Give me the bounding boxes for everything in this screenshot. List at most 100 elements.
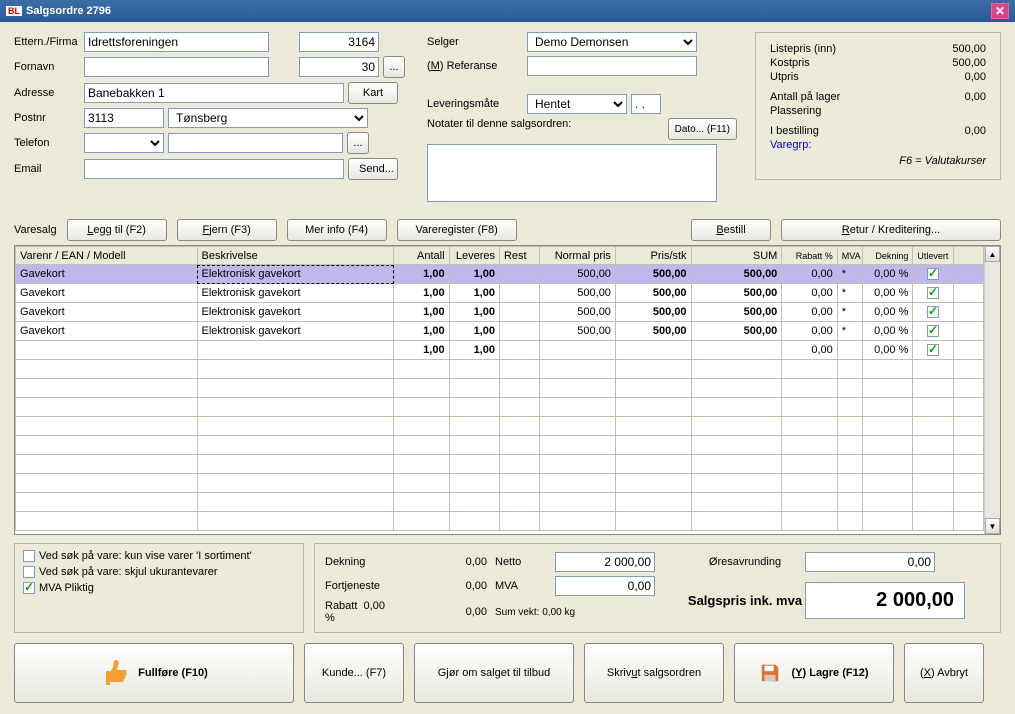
th-leveres[interactable]: Leveres	[449, 247, 499, 265]
th-rabatt[interactable]: Rabatt %	[782, 247, 837, 265]
fornavn-num-input[interactable]	[299, 57, 379, 77]
th-antall[interactable]: Antall	[394, 247, 449, 265]
th-utlevert[interactable]: Utlevert	[913, 247, 953, 265]
opt3-label: MVA Pliktig	[39, 582, 94, 594]
referanse-input[interactable]	[527, 56, 697, 76]
rabatt-value: 0,00	[395, 606, 495, 618]
table-row[interactable]	[16, 436, 984, 455]
leveringsmate-select[interactable]: Hentet	[527, 94, 627, 114]
utlevert-checkbox[interactable]	[927, 268, 939, 280]
lagre-button[interactable]: (Y) Lagre (F12)	[734, 643, 894, 703]
postnr-input[interactable]	[84, 108, 164, 128]
opt3-checkbox[interactable]	[23, 582, 35, 594]
th-prisstk[interactable]: Pris/stk	[615, 247, 691, 265]
ettern-num-input[interactable]	[299, 32, 379, 52]
send-button[interactable]: Send...	[348, 158, 398, 180]
adresse-input[interactable]	[84, 83, 344, 103]
totals-panel: Dekning0,00 Netto Øresavrunding Fortjene…	[314, 543, 1001, 633]
table-row[interactable]: GavekortElektronisk gavekort1,001,00500,…	[16, 322, 984, 341]
label-referanse: (M) Referanse	[427, 60, 527, 72]
table-row[interactable]: 1,001,000,000,00 %	[16, 341, 984, 360]
opt1-checkbox[interactable]	[23, 550, 35, 562]
utlevert-checkbox[interactable]	[927, 344, 939, 356]
utlevert-checkbox[interactable]	[927, 325, 939, 337]
telefon-browse-button[interactable]: ...	[347, 132, 369, 154]
salgspris-label: Salgspris ink. mva	[685, 593, 805, 608]
th-mva[interactable]: MVA	[837, 247, 862, 265]
bestill-button[interactable]: Bestill	[691, 219, 771, 241]
mva-input[interactable]	[555, 576, 655, 596]
options-panel: Ved søk på vare: kun vise varer 'I sorti…	[14, 543, 304, 633]
th-beskr[interactable]: Beskrivelse	[197, 247, 394, 265]
utlevert-checkbox[interactable]	[927, 306, 939, 318]
table-row[interactable]	[16, 398, 984, 417]
label-leveringsmate: Leveringsmåte	[427, 98, 527, 110]
utpris-label: Utpris	[770, 71, 799, 83]
table-row[interactable]	[16, 417, 984, 436]
netto-input[interactable]	[555, 552, 655, 572]
th-rest[interactable]: Rest	[499, 247, 539, 265]
table-row[interactable]	[16, 360, 984, 379]
table-row[interactable]	[16, 455, 984, 474]
vertical-scrollbar[interactable]: ▲ ▼	[984, 246, 1000, 534]
email-input[interactable]	[84, 159, 344, 179]
telefon2-input[interactable]	[168, 133, 343, 153]
opt2-checkbox[interactable]	[23, 566, 35, 578]
label-fornavn: Fornavn	[14, 61, 84, 73]
plassering-label: Plassering	[770, 105, 821, 117]
opt2-label: Ved søk på vare: skjul ukurantevarer	[39, 566, 218, 578]
avbryt-button[interactable]: (X) Avbryt	[904, 643, 984, 703]
table-row[interactable]: GavekortElektronisk gavekort1,001,00500,…	[16, 265, 984, 284]
table-row[interactable]: GavekortElektronisk gavekort1,001,00500,…	[16, 284, 984, 303]
table-row[interactable]	[16, 379, 984, 398]
scroll-down-icon[interactable]: ▼	[985, 518, 1000, 534]
label-postnr: Postnr	[14, 112, 84, 124]
leggtil-button[interactable]: Legg til (F2)	[67, 219, 167, 241]
notater-textarea[interactable]	[427, 144, 717, 202]
fullfore-button[interactable]: Fullføre (F10)	[14, 643, 294, 703]
telefon-select[interactable]	[84, 133, 164, 153]
retur-button[interactable]: Retur / Kreditering...	[781, 219, 1001, 241]
lev-extra-input[interactable]	[631, 94, 661, 114]
kunde-button[interactable]: Kunde... (F7)	[304, 643, 404, 703]
ibest-value: 0,00	[965, 125, 986, 137]
antall-value: 0,00	[965, 91, 986, 103]
poststed-select[interactable]: Tønsberg	[168, 108, 368, 128]
varereg-button[interactable]: Vareregister (F8)	[397, 219, 517, 241]
label-telefon: Telefon	[14, 137, 84, 149]
table-row[interactable]	[16, 493, 984, 512]
ores-input[interactable]	[805, 552, 935, 572]
selger-select[interactable]: Demo Demonsen	[527, 32, 697, 52]
th-normal[interactable]: Normal pris	[540, 247, 616, 265]
fornavn-input[interactable]	[84, 57, 269, 77]
ibest-label: I bestilling	[770, 125, 819, 137]
close-button[interactable]: ✕	[991, 3, 1009, 19]
th-varenr[interactable]: Varenr / EAN / Modell	[16, 247, 198, 265]
fortj-label: Fortjeneste	[325, 580, 395, 592]
save-icon	[759, 662, 781, 684]
ores-label: Øresavrunding	[685, 556, 805, 568]
table-row[interactable]	[16, 512, 984, 531]
scroll-up-icon[interactable]: ▲	[985, 246, 1000, 262]
dato-button[interactable]: Dato... (F11)	[668, 118, 737, 140]
utlevert-checkbox[interactable]	[927, 287, 939, 299]
f6-label: F6 = Valutakurser	[899, 155, 986, 167]
ettern-input[interactable]	[84, 32, 269, 52]
gjorom-button[interactable]: Gjør om salget til tilbud	[414, 643, 574, 703]
fornavn-browse-button[interactable]: ...	[383, 56, 405, 78]
app-icon: BL	[6, 6, 22, 16]
fjern-button[interactable]: Fjern (F3)	[177, 219, 277, 241]
label-selger: Selger	[427, 36, 527, 48]
th-sum[interactable]: SUM	[691, 247, 782, 265]
utpris-value: 0,00	[965, 71, 986, 83]
th-dekning[interactable]: Dekning	[862, 247, 912, 265]
skrivut-button[interactable]: Skriv ut salgsordren	[584, 643, 724, 703]
dekning-label: Dekning	[325, 556, 395, 568]
kart-button[interactable]: Kart	[348, 82, 398, 104]
items-table[interactable]: Varenr / EAN / Modell Beskrivelse Antall…	[15, 246, 984, 531]
merinfo-button[interactable]: Mer info (F4)	[287, 219, 387, 241]
varegrp-label: Varegrp:	[770, 139, 811, 151]
opt1-label: Ved søk på vare: kun vise varer 'I sorti…	[39, 550, 252, 562]
table-row[interactable]	[16, 474, 984, 493]
table-row[interactable]: GavekortElektronisk gavekort1,001,00500,…	[16, 303, 984, 322]
